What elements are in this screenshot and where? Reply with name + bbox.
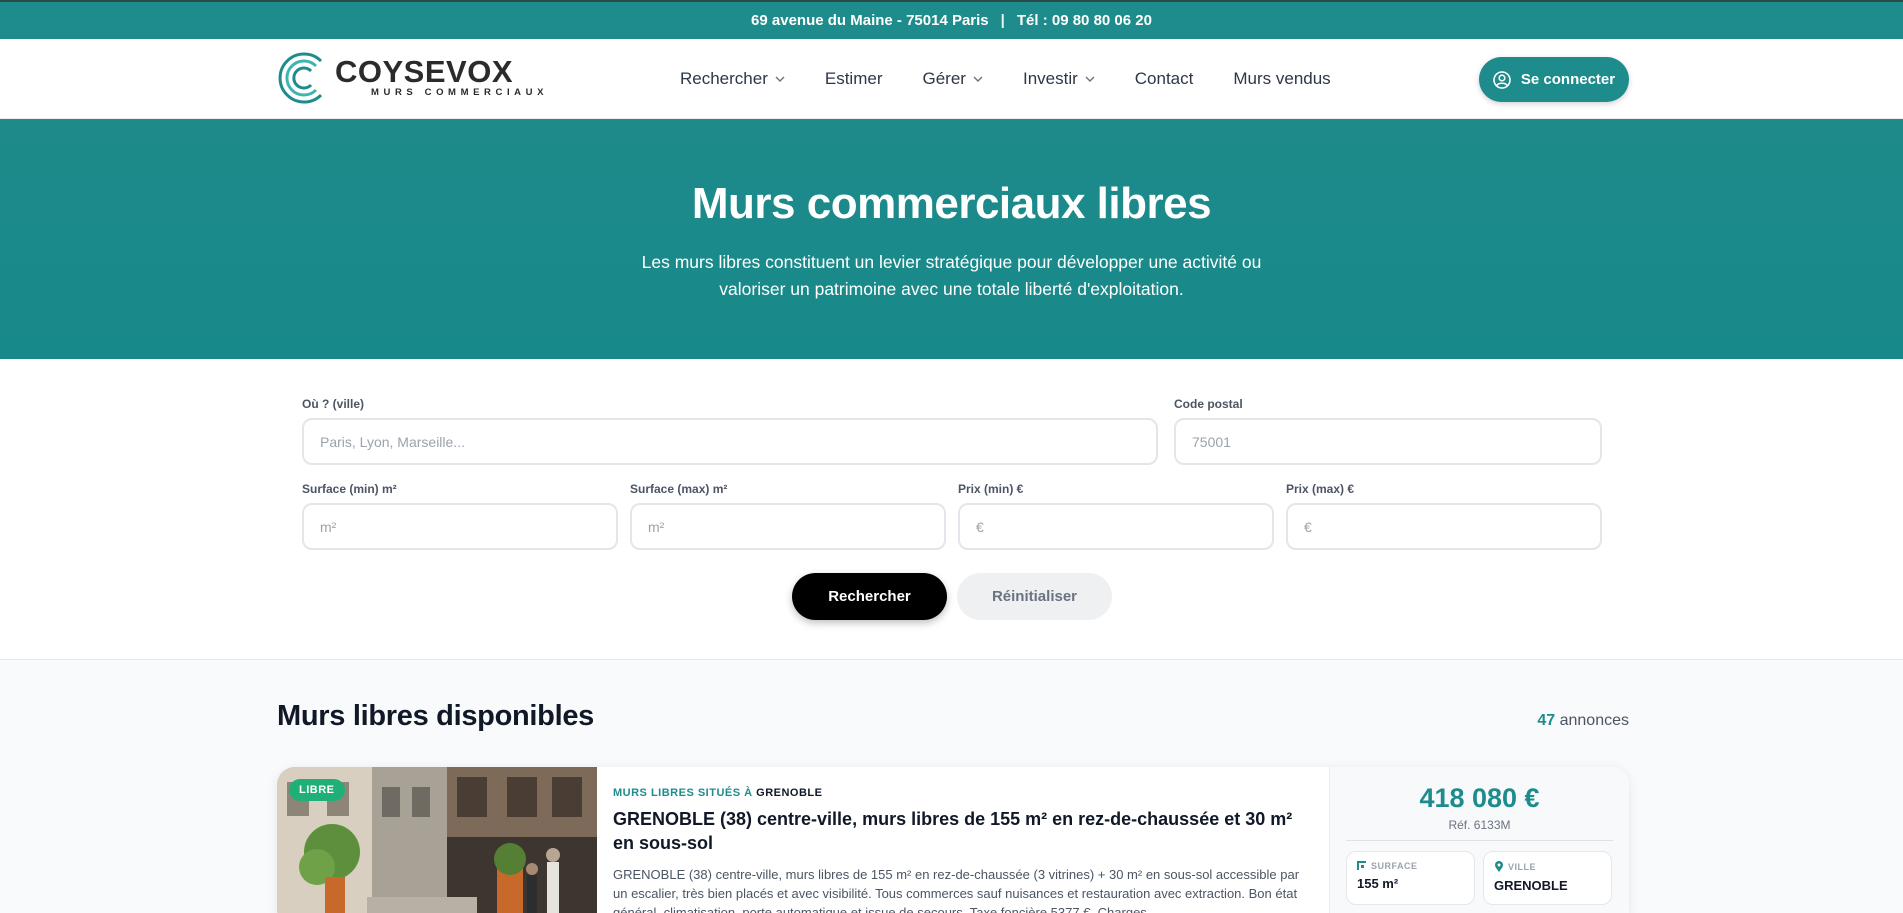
logo-name: COYSEVOX [335, 54, 513, 89]
nav-item-gerer[interactable]: Gérer [923, 69, 983, 89]
surface-min-label: Surface (min) m² [302, 482, 397, 496]
top-info-bar: 69 avenue du Maine - 75014 Paris | Tél :… [0, 0, 1903, 39]
separator: | [1000, 12, 1005, 29]
price-min-group: Prix (min) € € [958, 482, 1274, 550]
section-title: Murs libres disponibles [277, 700, 594, 732]
postal-field-group: Code postal 75001 [1174, 397, 1602, 465]
nav-item-estimer[interactable]: Estimer [825, 69, 883, 89]
city-field-group: Où ? (ville) Paris, Lyon, Marseille... [302, 397, 1158, 465]
page-title: Murs commerciaux libres [691, 179, 1212, 228]
city-stat: VILLE GRENOBLE [1483, 851, 1612, 905]
login-label: Se connecter [1520, 71, 1616, 88]
reset-button[interactable]: Réinitialiser [957, 573, 1112, 620]
main-navbar: COYSEVOX MURS COMMERCIAUX Rechercher Est… [0, 39, 1903, 119]
nav-label: Contact [1134, 69, 1194, 88]
nav-label: Murs vendus [1233, 69, 1331, 88]
surface-max-group: Surface (max) m² m² [630, 482, 946, 550]
map-pin-icon [1495, 861, 1503, 872]
login-button[interactable]: Se connecter [1479, 57, 1629, 102]
nav-label: Rechercher [680, 69, 768, 88]
postal-label: Code postal [1174, 397, 1243, 411]
listing-title[interactable]: GRENOBLE (38) centre-ville, murs libres … [613, 807, 1313, 855]
chevron-down-icon [775, 76, 785, 82]
count-number: 47 [1537, 712, 1556, 729]
nav-label: Estimer [824, 69, 883, 88]
nav-item-rechercher[interactable]: Rechercher [680, 69, 785, 89]
nav-item-contact[interactable]: Contact [1135, 69, 1194, 89]
logo[interactable]: COYSEVOX MURS COMMERCIAUX [277, 51, 548, 105]
area-icon [1357, 861, 1366, 870]
listing-description: GRENOBLE (38) centre-ville, murs libres … [613, 867, 1300, 913]
city-label: Où ? (ville) [302, 397, 365, 411]
search-button[interactable]: Rechercher [792, 573, 947, 620]
surface-min-input[interactable]: m² [302, 503, 618, 550]
city-label: VILLE [1508, 862, 1537, 872]
price-min-label: Prix (min) € [958, 482, 1024, 496]
nav-item-murs-vendus[interactable]: Murs vendus [1233, 69, 1330, 89]
listing-body: MURS LIBRES SITUÉS À GRENOBLE GRENOBLE (… [613, 787, 1313, 913]
c-logo-icon [278, 52, 323, 104]
chevron-down-icon [1085, 76, 1095, 82]
primary-nav: Rechercher Estimer Gérer Investir Contac… [680, 39, 1331, 119]
surface-label: SURFACE [1371, 861, 1418, 871]
listing-photo[interactable]: LIBRE [277, 767, 597, 913]
listing-summary: 418 080 € Réf. 6133M SURFACE 155 m² VILL… [1329, 767, 1629, 913]
surface-stat: SURFACE 155 m² [1346, 851, 1475, 905]
listing-tag: MURS LIBRES SITUÉS À GRENOBLE [613, 787, 1313, 799]
surface-min-group: Surface (min) m² m² [302, 482, 618, 550]
price-max-label: Prix (max) € [1286, 482, 1355, 496]
city-value: GRENOBLE [1494, 878, 1568, 893]
surface-value: 155 m² [1357, 876, 1399, 891]
listing-price: 418 080 € [1419, 783, 1540, 813]
hero-banner: Murs commerciaux libres Les murs libres … [0, 119, 1903, 359]
listing-card[interactable]: LIBRE MURS LIBRES SITUÉS À GRENOBLE GREN… [277, 767, 1629, 913]
hero-subtitle: Les murs libres constituent un levier st… [641, 252, 1262, 299]
nav-item-investir[interactable]: Investir [1023, 69, 1095, 89]
user-circle-icon [1493, 70, 1511, 89]
surface-max-label: Surface (max) m² [630, 482, 728, 496]
surface-max-input[interactable]: m² [630, 503, 946, 550]
listing-tag-text: MURS LIBRES SITUÉS À [613, 787, 753, 799]
nav-label: Investir [1022, 69, 1078, 88]
listing-ref: Réf. 6133M [1448, 818, 1511, 832]
postal-code-input[interactable]: 75001 [1174, 418, 1602, 465]
listing-count: 47 annonces [1537, 712, 1629, 730]
search-form: Où ? (ville) Paris, Lyon, Marseille... C… [0, 359, 1903, 660]
nav-label: Gérer [922, 69, 966, 88]
price-min-input[interactable]: € [958, 503, 1274, 550]
price-max-input[interactable]: € [1286, 503, 1602, 550]
status-badge: LIBRE [289, 779, 345, 801]
price-max-group: Prix (max) € € [1286, 482, 1602, 550]
listing-tag-city: GRENOBLE [756, 787, 823, 799]
phone-text[interactable]: Tél : 09 80 80 06 20 [1017, 12, 1152, 29]
city-input[interactable]: Paris, Lyon, Marseille... [302, 418, 1158, 465]
divider [1346, 840, 1613, 841]
count-suffix: annonces [1559, 712, 1629, 729]
listings-section: Murs libres disponibles 47 annonces LIBR… [0, 660, 1903, 913]
address-text: 69 avenue du Maine - 75014 Paris [751, 12, 989, 29]
chevron-down-icon [973, 76, 983, 82]
